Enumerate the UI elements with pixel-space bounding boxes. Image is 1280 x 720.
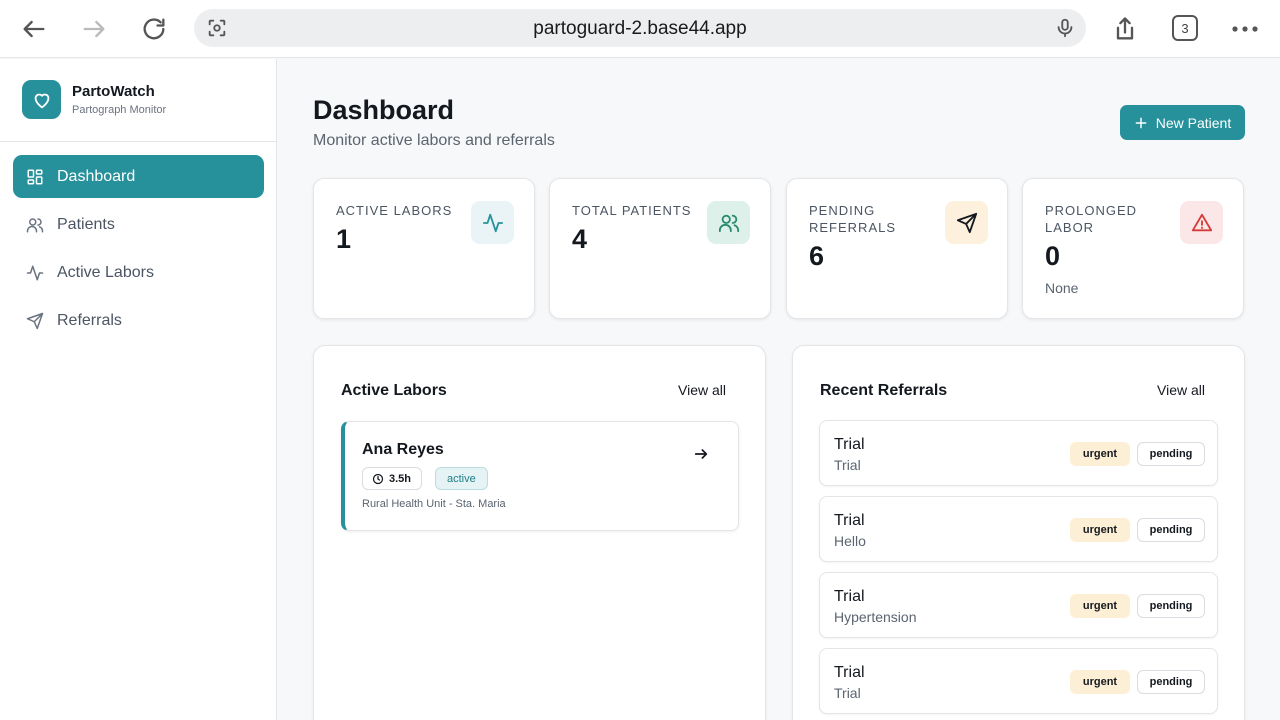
referral-reason: Hypertension [834, 609, 917, 625]
view-all-referrals-link[interactable]: View all [1157, 382, 1205, 398]
arrow-right-icon[interactable] [693, 446, 709, 467]
brand-header: PartoWatch Partograph Monitor [0, 59, 276, 142]
grid-icon [26, 168, 44, 186]
sidebar-item-dashboard[interactable]: Dashboard [13, 155, 264, 198]
referral-patient-name: Trial [834, 512, 865, 529]
status-badge: pending [1137, 594, 1205, 618]
brand-subtitle: Partograph Monitor [72, 104, 167, 116]
stat-card-total-patients[interactable]: TOTAL PATIENTS 4 [549, 178, 771, 319]
alert-triangle-icon [1180, 201, 1223, 244]
stat-card-prolonged-labor[interactable]: PROLONGED LABOR 0 None [1022, 178, 1244, 319]
arrow-right-icon [83, 20, 105, 38]
stat-label: PENDING REFERRALS [809, 203, 897, 235]
referral-list-item[interactable]: Trial Hypertension urgent pending [819, 572, 1218, 638]
users-icon [26, 216, 44, 234]
referral-patient-name: Trial [834, 664, 865, 681]
referral-reason: Trial [834, 457, 861, 473]
microphone-icon[interactable] [1054, 16, 1076, 45]
share-icon [1116, 17, 1134, 40]
new-patient-button[interactable]: New Patient [1120, 105, 1245, 140]
arrow-left-icon [23, 20, 45, 38]
facility-name: Rural Health Unit - Sta. Maria [362, 498, 506, 510]
sidebar-item-label: Referrals [57, 311, 122, 329]
duration-badge: 3.5h [362, 467, 423, 490]
referral-list-item[interactable]: Trial Trial urgent pending [819, 420, 1218, 486]
sidebar: PartoWatch Partograph Monitor Dashboard … [0, 59, 277, 720]
users-icon [707, 201, 750, 244]
activity-icon [471, 201, 514, 244]
sidebar-item-patients[interactable]: Patients [13, 203, 264, 246]
send-icon [26, 312, 44, 330]
reload-button[interactable] [137, 12, 171, 46]
referral-list-item[interactable]: Trial Hello urgent pending [819, 496, 1218, 562]
card-title: Active Labors [341, 382, 447, 399]
stat-value: 4 [572, 224, 588, 254]
stat-value: 6 [809, 241, 825, 271]
status-badge: pending [1137, 518, 1205, 542]
page-title: Dashboard [313, 95, 455, 125]
status-badge: pending [1137, 442, 1205, 466]
address-bar[interactable]: partoguard-2.base44.app [194, 9, 1086, 47]
referral-patient-name: Trial [834, 588, 865, 605]
stat-label: PROLONGED LABOR [1045, 203, 1138, 235]
sidebar-item-referrals[interactable]: Referrals [13, 299, 264, 342]
heart-icon [22, 80, 61, 119]
referral-list-item[interactable]: Trial Trial urgent pending [819, 648, 1218, 714]
sidebar-item-active-labors[interactable]: Active Labors [13, 251, 264, 294]
share-button[interactable] [1108, 12, 1142, 46]
activity-icon [26, 264, 44, 282]
sidebar-item-label: Active Labors [57, 263, 154, 281]
priority-badge: urgent [1070, 518, 1130, 542]
recent-referrals-card: Recent Referrals View all Trial Trial ur… [792, 345, 1245, 720]
stat-note: None [1045, 280, 1079, 296]
view-all-labors-link[interactable]: View all [678, 382, 726, 398]
stat-value: 0 [1045, 241, 1061, 271]
priority-badge: urgent [1070, 442, 1130, 466]
brand-name: PartoWatch [72, 83, 155, 100]
card-title: Recent Referrals [820, 382, 948, 399]
forward-button[interactable] [77, 12, 111, 46]
priority-badge: urgent [1070, 670, 1130, 694]
page-subtitle: Monitor active labors and referrals [313, 132, 555, 149]
referral-reason: Hello [834, 533, 866, 549]
stat-value: 1 [336, 224, 352, 254]
sidebar-item-label: Patients [57, 215, 115, 233]
stat-card-pending-referrals[interactable]: PENDING REFERRALS 6 [786, 178, 1008, 319]
more-options-button[interactable] [1228, 12, 1262, 46]
browser-toolbar: partoguard-2.base44.app 3 [0, 0, 1280, 58]
active-labors-card: Active Labors View all Ana Reyes 3.5h ac… [313, 345, 766, 720]
plus-icon [1135, 117, 1147, 128]
status-badge: active [435, 467, 488, 490]
status-badge: pending [1137, 670, 1205, 694]
patient-name: Ana Reyes [362, 441, 444, 458]
back-button[interactable] [17, 12, 51, 46]
new-patient-label: New Patient [1155, 114, 1232, 131]
send-icon [945, 201, 988, 244]
ellipsis-icon [1232, 26, 1258, 32]
clock-icon [372, 473, 384, 484]
labor-list-item[interactable]: Ana Reyes 3.5h active Rural Health Unit … [341, 421, 739, 531]
referral-reason: Trial [834, 685, 861, 701]
stat-label: TOTAL PATIENTS [572, 203, 692, 218]
url-text[interactable]: partoguard-2.base44.app [194, 18, 1086, 40]
reload-icon [143, 18, 165, 40]
stat-card-active-labors[interactable]: ACTIVE LABORS 1 [313, 178, 535, 319]
priority-badge: urgent [1070, 594, 1130, 618]
sidebar-item-label: Dashboard [57, 167, 136, 185]
referral-patient-name: Trial [834, 436, 865, 453]
stat-label: ACTIVE LABORS [336, 203, 453, 218]
tab-switcher-button[interactable]: 3 [1172, 15, 1198, 41]
duration-text: 3.5h [389, 472, 412, 485]
